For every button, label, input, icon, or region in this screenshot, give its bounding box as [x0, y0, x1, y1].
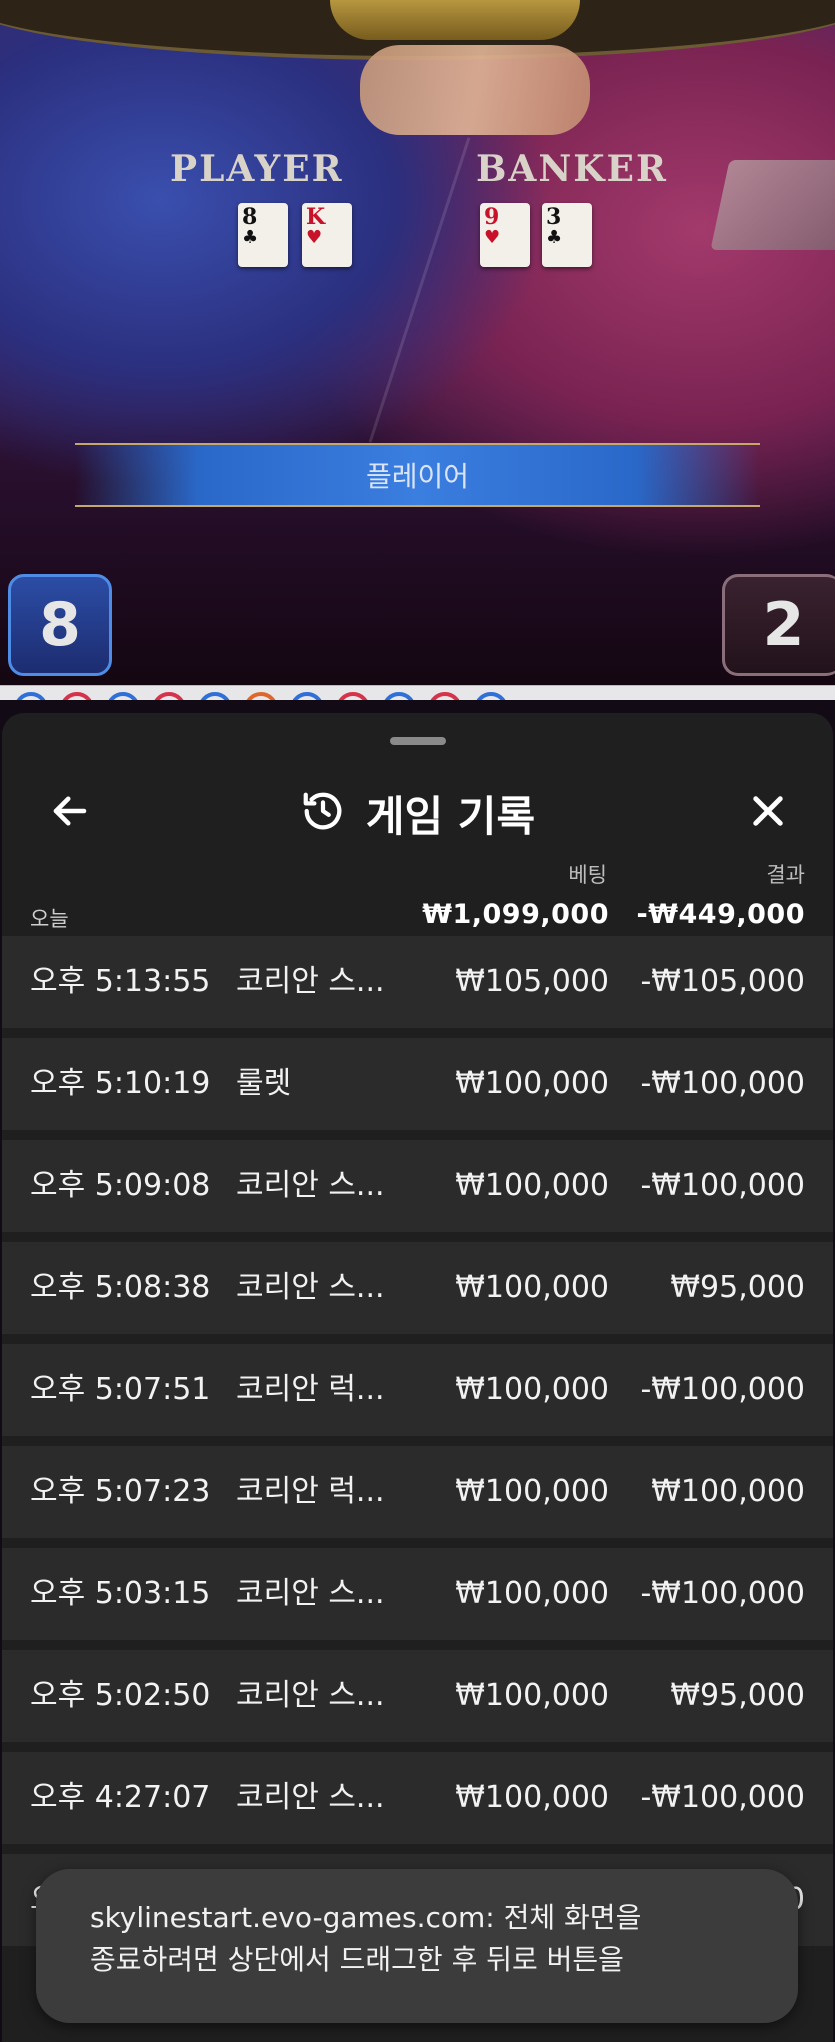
road-bead: [14, 692, 48, 700]
row-game: 코리안 럭...: [236, 1372, 385, 1407]
drag-handle[interactable]: [390, 737, 446, 745]
row-time: 오후 4:27:07: [30, 1780, 211, 1815]
back-button[interactable]: [42, 785, 98, 841]
dealer-hands: [360, 45, 590, 135]
row-bet: ₩100,000: [455, 1474, 609, 1509]
row-bet: ₩100,000: [455, 1270, 609, 1305]
history-row[interactable]: 오후 5:09:08 코리안 스... ₩100,000 -₩100,000: [2, 1140, 833, 1232]
banker-card-2: 3 ♣: [542, 203, 592, 267]
sheet-title: 게임 기록: [365, 791, 536, 841]
fullscreen-toast: skylinestart.evo-games.com: 전체 화면을 종료하려면…: [36, 1869, 798, 2023]
row-time: 오후 5:07:51: [30, 1372, 211, 1407]
banker-label: BANKER: [476, 148, 668, 190]
row-game: 코리안 스...: [236, 1168, 385, 1203]
close-icon: [747, 790, 789, 836]
row-result: ₩95,000: [670, 1678, 805, 1713]
banker-card-1: 9 ♥: [480, 203, 530, 267]
history-row[interactable]: 오후 5:07:23 코리안 럭... ₩100,000 ₩100,000: [2, 1446, 833, 1538]
row-bet: ₩100,000: [455, 1372, 609, 1407]
column-header-result: 결과: [766, 863, 805, 887]
row-bet: ₩100,000: [455, 1168, 609, 1203]
row-game: 룰렛: [236, 1066, 292, 1101]
road-bead: [60, 692, 94, 700]
road-bead: [290, 692, 324, 700]
card-suit: ♣: [546, 227, 563, 248]
player-score-badge: 8: [8, 574, 112, 676]
history-list: 오후 5:13:55 코리안 스... ₩105,000 -₩105,000 오…: [2, 936, 833, 1956]
summary-section: 베팅 결과 오늘 ₩1,099,000 -₩449,000: [2, 843, 833, 931]
history-row[interactable]: 오후 5:08:38 코리안 스... ₩100,000 ₩95,000: [2, 1242, 833, 1334]
road-bead: [152, 692, 186, 700]
row-time: 오후 5:02:50: [30, 1678, 211, 1713]
card-shoe: [710, 160, 835, 250]
history-row[interactable]: 오후 5:13:55 코리안 스... ₩105,000 -₩105,000: [2, 936, 833, 1028]
row-game: 코리안 스...: [236, 1270, 385, 1305]
toast-line-2: 종료하려면 상단에서 드래그한 후 뒤로 버튼을: [90, 1943, 624, 1976]
row-bet: ₩100,000: [455, 1066, 609, 1101]
road-bead: [382, 692, 416, 700]
row-result: -₩100,000: [640, 1066, 805, 1101]
result-banner: 플레이어: [75, 443, 760, 507]
road-bead: [244, 692, 278, 700]
history-row[interactable]: 오후 5:10:19 룰렛 ₩100,000 -₩100,000: [2, 1038, 833, 1130]
card-suit: ♣: [242, 227, 259, 248]
row-result: -₩105,000: [640, 964, 805, 999]
row-bet: ₩100,000: [455, 1780, 609, 1815]
row-bet: ₩105,000: [455, 964, 609, 999]
summary-date-label: 오늘: [30, 907, 69, 931]
player-card-1: 8 ♣: [238, 203, 288, 267]
history-row[interactable]: 오후 4:27:07 코리안 스... ₩100,000 -₩100,000: [2, 1752, 833, 1844]
arrow-left-icon: [49, 790, 91, 836]
card-rank: 3: [546, 204, 562, 230]
row-result: -₩100,000: [640, 1168, 805, 1203]
live-game-view: PLAYER BANKER 8 ♣ K ♥ 9 ♥ 3 ♣ 플레이어 8 2: [0, 0, 835, 700]
history-row[interactable]: 오후 5:02:50 코리안 스... ₩100,000 ₩95,000: [2, 1650, 833, 1742]
row-result: -₩100,000: [640, 1780, 805, 1815]
table-divider: [368, 137, 471, 443]
dealer-area: [330, 0, 580, 40]
row-result: ₩100,000: [651, 1474, 805, 1509]
game-history-sheet: 게임 기록 베팅 결과 오늘 ₩1,099,000 -₩449,000 오후 5…: [2, 713, 833, 2042]
row-time: 오후 5:03:15: [30, 1576, 211, 1611]
row-bet: ₩100,000: [455, 1576, 609, 1611]
row-time: 오후 5:10:19: [30, 1066, 211, 1101]
result-banner-text: 플레이어: [365, 460, 470, 493]
row-time: 오후 5:08:38: [30, 1270, 211, 1305]
card-rank: 8: [242, 204, 258, 230]
row-game: 코리안 스...: [236, 1780, 385, 1815]
row-bet: ₩100,000: [455, 1678, 609, 1713]
history-icon: [300, 788, 346, 838]
column-header-bet: 베팅: [568, 863, 607, 887]
row-time: 오후 5:07:23: [30, 1474, 211, 1509]
summary-result-total: -₩449,000: [636, 899, 805, 930]
road-bead: [106, 692, 140, 700]
card-rank: K: [306, 204, 326, 230]
player-label: PLAYER: [170, 148, 344, 190]
card-suit: ♥: [484, 227, 501, 248]
road-bead: [428, 692, 462, 700]
row-game: 코리안 럭...: [236, 1474, 385, 1509]
row-game: 코리안 스...: [236, 1576, 385, 1611]
history-row[interactable]: 오후 5:07:51 코리안 럭... ₩100,000 -₩100,000: [2, 1344, 833, 1436]
row-game: 코리안 스...: [236, 964, 385, 999]
road-bead: [198, 692, 232, 700]
row-result: -₩100,000: [640, 1372, 805, 1407]
row-result: ₩95,000: [670, 1270, 805, 1305]
history-row[interactable]: 오후 5:03:15 코리안 스... ₩100,000 -₩100,000: [2, 1548, 833, 1640]
row-game: 코리안 스...: [236, 1678, 385, 1713]
banker-score-badge: 2: [722, 574, 835, 676]
row-time: 오후 5:13:55: [30, 964, 211, 999]
toast-line-1: skylinestart.evo-games.com: 전체 화면을: [90, 1901, 642, 1934]
bead-road[interactable]: [0, 685, 835, 700]
card-suit: ♥: [306, 227, 323, 248]
row-result: -₩100,000: [640, 1576, 805, 1611]
row-time: 오후 5:09:08: [30, 1168, 211, 1203]
road-bead: [336, 692, 370, 700]
player-card-2: K ♥: [302, 203, 352, 267]
card-rank: 9: [484, 204, 500, 230]
summary-bet-total: ₩1,099,000: [422, 899, 609, 930]
road-bead: [474, 692, 508, 700]
close-button[interactable]: [740, 785, 796, 841]
